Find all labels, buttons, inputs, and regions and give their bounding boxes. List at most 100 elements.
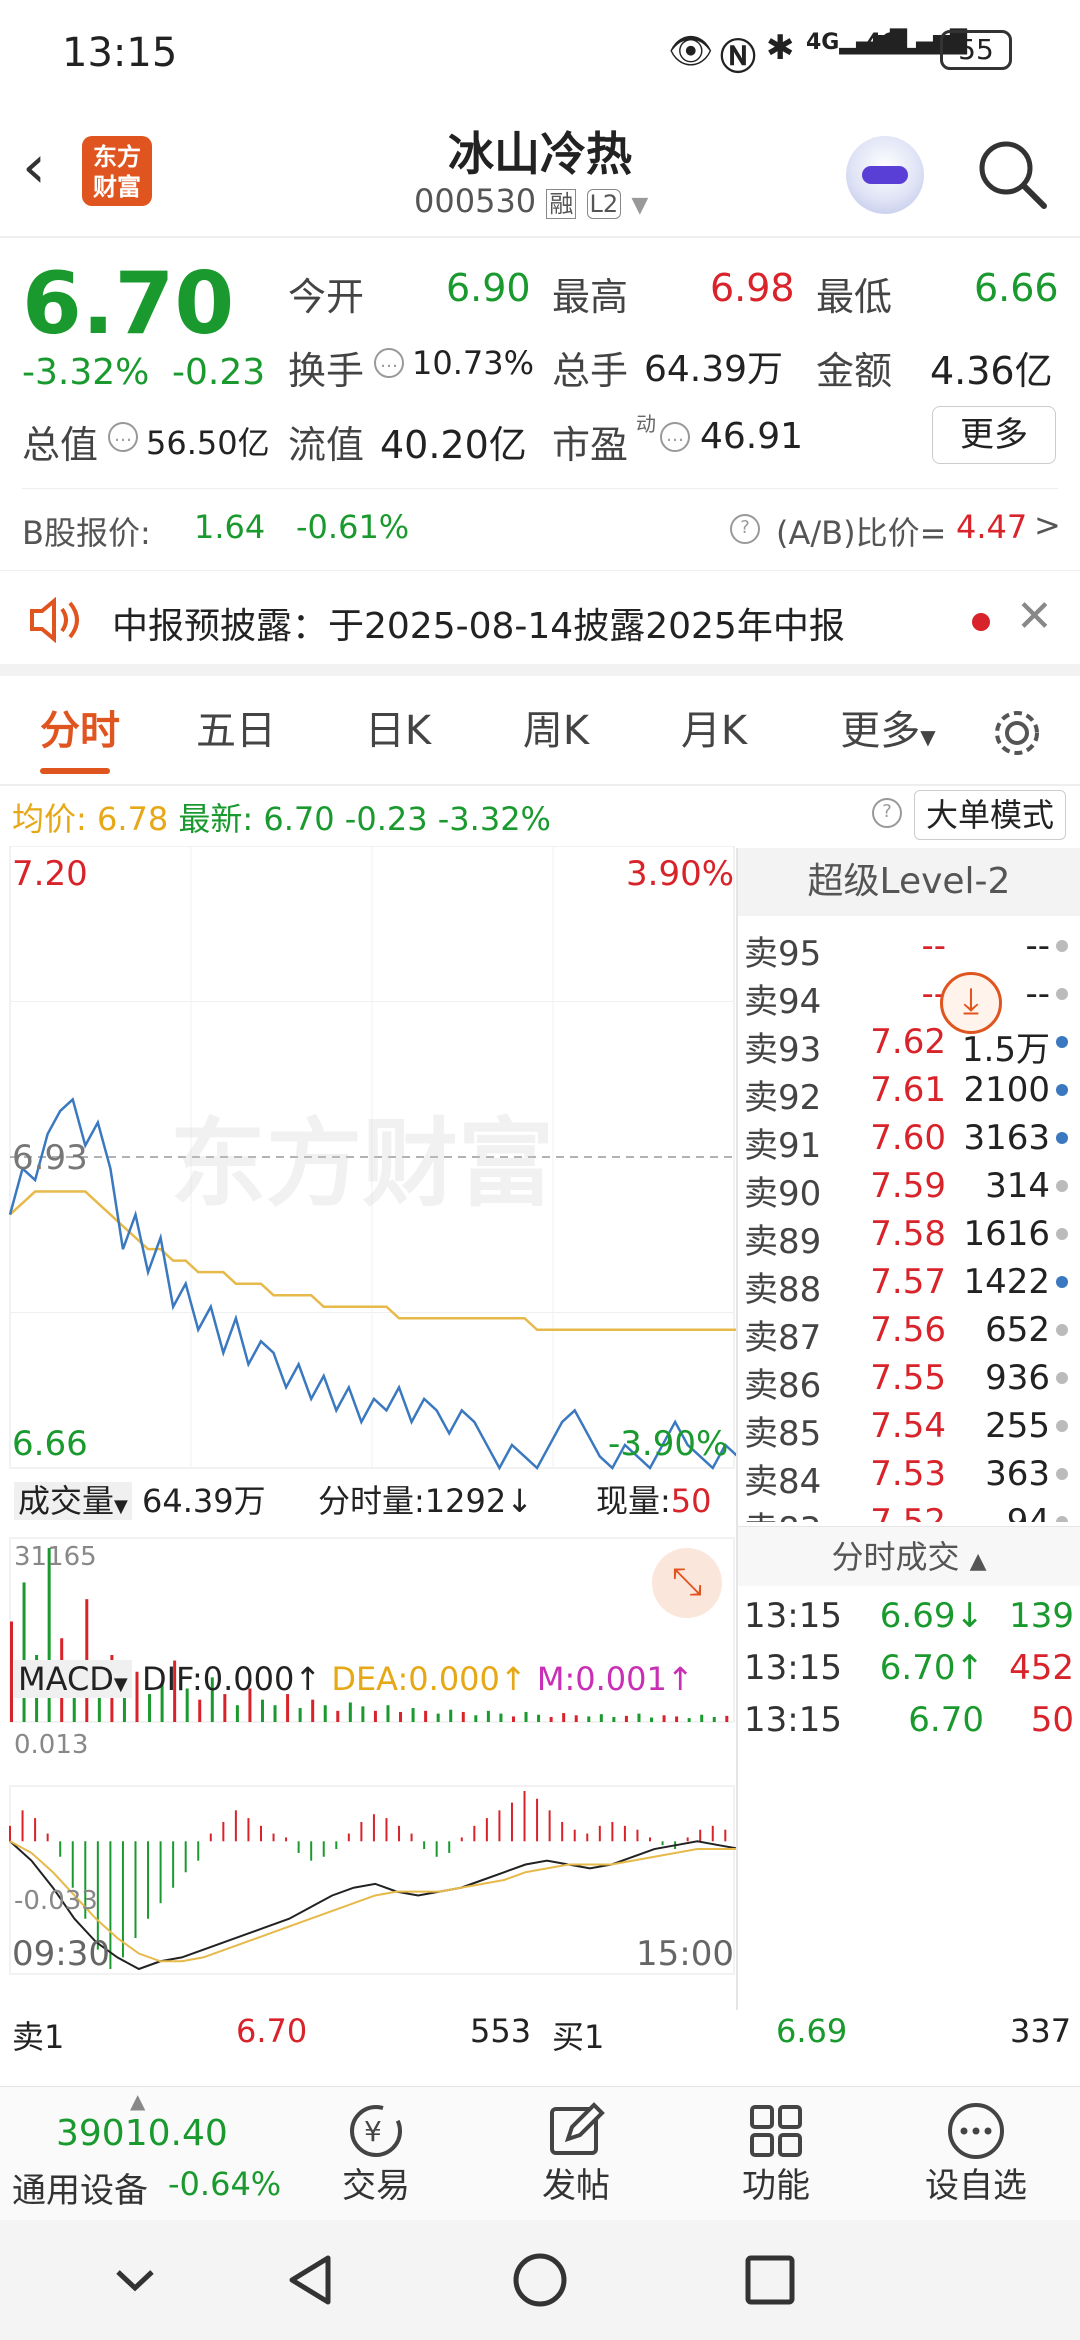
volume-bar — [198, 1699, 202, 1722]
notice-bar[interactable]: 中报预披露：于2025-08-14披露2025年中报 ✕ — [0, 570, 1080, 676]
y-axis-top-pct: 3.90% — [626, 854, 735, 894]
trades-list: 13:15 6.69↓ 139 13:15 6.70↑ 452 13:15 6.70 50 — [738, 1592, 1080, 1752]
y-axis-bottom-pct: -3.90% — [608, 1424, 729, 1464]
robot-assistant-icon[interactable] — [846, 136, 924, 214]
level2-price: 7.54 — [870, 1406, 946, 1446]
level2-volume: 255 — [985, 1406, 1050, 1446]
chevron-down-icon[interactable]: ▼ — [631, 193, 648, 218]
nfc-icon: Ⓝ — [720, 37, 757, 78]
unread-dot — [972, 613, 990, 631]
volume-bar — [524, 1711, 528, 1722]
clock: 13:15 — [62, 30, 178, 76]
volume-bar — [662, 1715, 666, 1722]
last-price: 6.70 — [22, 254, 235, 354]
volume-bar — [624, 1715, 628, 1722]
level2-dot — [1056, 1084, 1068, 1096]
chart-area: 均价: 6.78 最新: 6.70 -0.23 -3.32% ? 大单模式 7.… — [0, 786, 1080, 2086]
recents-nav-icon[interactable] — [742, 2252, 798, 2308]
level2-volume: 363 — [985, 1454, 1050, 1494]
nav-post[interactable]: 发帖 — [476, 2087, 676, 2221]
pe-value: 46.91 — [700, 416, 804, 457]
hide-keyboard-icon[interactable] — [110, 2260, 160, 2300]
level2-dot — [1056, 1372, 1068, 1384]
trade-row: 13:15 6.70↑ 452 — [738, 1644, 1074, 1692]
current-volume: 现量:50 — [596, 1482, 712, 1520]
volume-bar — [461, 1711, 465, 1722]
volume-bar — [298, 1708, 302, 1722]
level2-volume: 936 — [985, 1358, 1050, 1398]
tab-monthly-k[interactable]: 月K — [654, 676, 774, 786]
macd-top: 0.013 — [14, 1730, 89, 1760]
tab-more[interactable]: 更多▼ — [828, 676, 948, 786]
level2-label: 卖86 — [744, 1366, 822, 1406]
level2-row: 卖95 -- -- — [738, 922, 1068, 974]
level2-dot — [1056, 988, 1068, 1000]
more-button[interactable]: 更多 — [932, 406, 1056, 464]
volume-bar — [712, 1716, 716, 1722]
gear-icon[interactable] — [990, 706, 1044, 760]
volume-bar — [286, 1694, 290, 1722]
trade-row: 13:15 6.70 50 — [738, 1696, 1074, 1744]
level2-volume: 94 — [1006, 1502, 1050, 1522]
level2-price: 7.62 — [870, 1022, 946, 1062]
volume-bar — [499, 1713, 503, 1722]
level2-title: 超级Level-2 — [738, 848, 1080, 916]
chevron-up-icon: ▲ — [130, 2089, 146, 2113]
back-nav-icon[interactable] — [280, 2250, 340, 2310]
trade-time: 13:15 — [744, 1648, 842, 1688]
macd-dea: DEA:0.000↑ — [331, 1660, 527, 1698]
turnover-label: 换手 — [288, 349, 365, 393]
volume-bar — [10, 1621, 13, 1722]
info-icon[interactable]: … — [660, 422, 690, 452]
high-value: 6.98 — [710, 266, 795, 310]
trade-icon: ¥ — [350, 2105, 402, 2157]
download-icon[interactable]: ⤓ — [940, 972, 1002, 1034]
level2-volume: 3163 — [963, 1118, 1050, 1158]
volume-selector[interactable]: 成交量▼ — [14, 1482, 132, 1520]
nav-trade[interactable]: ¥ 交易 — [276, 2087, 476, 2221]
search-icon[interactable] — [974, 136, 1050, 212]
tab-daily-k[interactable]: 日K — [338, 676, 458, 786]
volume-bar — [311, 1699, 315, 1722]
dif-line — [9, 1840, 736, 1971]
tab-five-day[interactable]: 五日 — [176, 676, 296, 786]
quote-panel: 6.70 -3.32% -0.23 今开 6.90 最高 6.98 最低 6.6… — [0, 240, 1080, 570]
float-value: 40.20亿 — [380, 423, 527, 467]
info-icon[interactable]: … — [374, 348, 404, 378]
info-icon[interactable]: … — [108, 422, 138, 452]
nav-watchlist[interactable]: 设自选 — [876, 2087, 1076, 2221]
ab-ratio-value: 4.47 — [956, 508, 1028, 546]
trade-price: 6.69↓ — [879, 1596, 984, 1636]
level2-label: 卖89 — [744, 1222, 822, 1262]
big-order-mode-button[interactable]: 大单模式 — [914, 790, 1066, 840]
level2-label: 卖87 — [744, 1318, 822, 1358]
macd-m: M:0.001↑ — [536, 1660, 694, 1698]
trades-title[interactable]: 分时成交 ▲ — [738, 1526, 1080, 1586]
low-label: 最低 — [816, 275, 893, 319]
macd-header: MACD▼ DIF:0.000↑ DEA:0.000↑ M:0.001↑ — [14, 1660, 694, 1698]
edit-icon — [550, 2102, 605, 2155]
tab-weekly-k[interactable]: 周K — [496, 676, 616, 786]
trade-time: 13:15 — [744, 1596, 842, 1636]
index-widget[interactable]: 39010.40 ▲ 通用设备 -0.64% — [0, 2087, 290, 2221]
level2-list[interactable]: 卖95 -- -- 卖94 -- -- 卖93 7.62 1.5万 卖92 7.61 2100 卖91 7… — [738, 922, 1080, 1522]
help-icon[interactable]: ? — [872, 798, 902, 828]
trade-volume: 50 — [1030, 1700, 1074, 1740]
home-nav-icon[interactable] — [510, 2250, 570, 2310]
volume-bar — [260, 1699, 264, 1722]
trade-volume: 139 — [1009, 1596, 1074, 1636]
volume-bar — [549, 1716, 553, 1722]
nav-functions[interactable]: 功能 — [676, 2087, 876, 2221]
level2-row: 卖86 7.55 936 — [738, 1354, 1068, 1406]
expand-icon[interactable]: ⤡ — [652, 1548, 722, 1618]
close-icon[interactable]: ✕ — [1016, 591, 1053, 642]
volume-bar — [436, 1713, 440, 1722]
index-name: 通用设备 — [12, 2171, 148, 2211]
help-icon[interactable]: ? — [730, 514, 760, 544]
macd-selector[interactable]: MACD▼ — [14, 1660, 132, 1698]
volume-bar — [411, 1708, 415, 1722]
volume-bar — [22, 1582, 26, 1722]
level2-price: -- — [921, 974, 946, 1014]
ab-ratio-arrow[interactable]: > — [1034, 506, 1061, 544]
level2-label: 卖90 — [744, 1174, 822, 1214]
